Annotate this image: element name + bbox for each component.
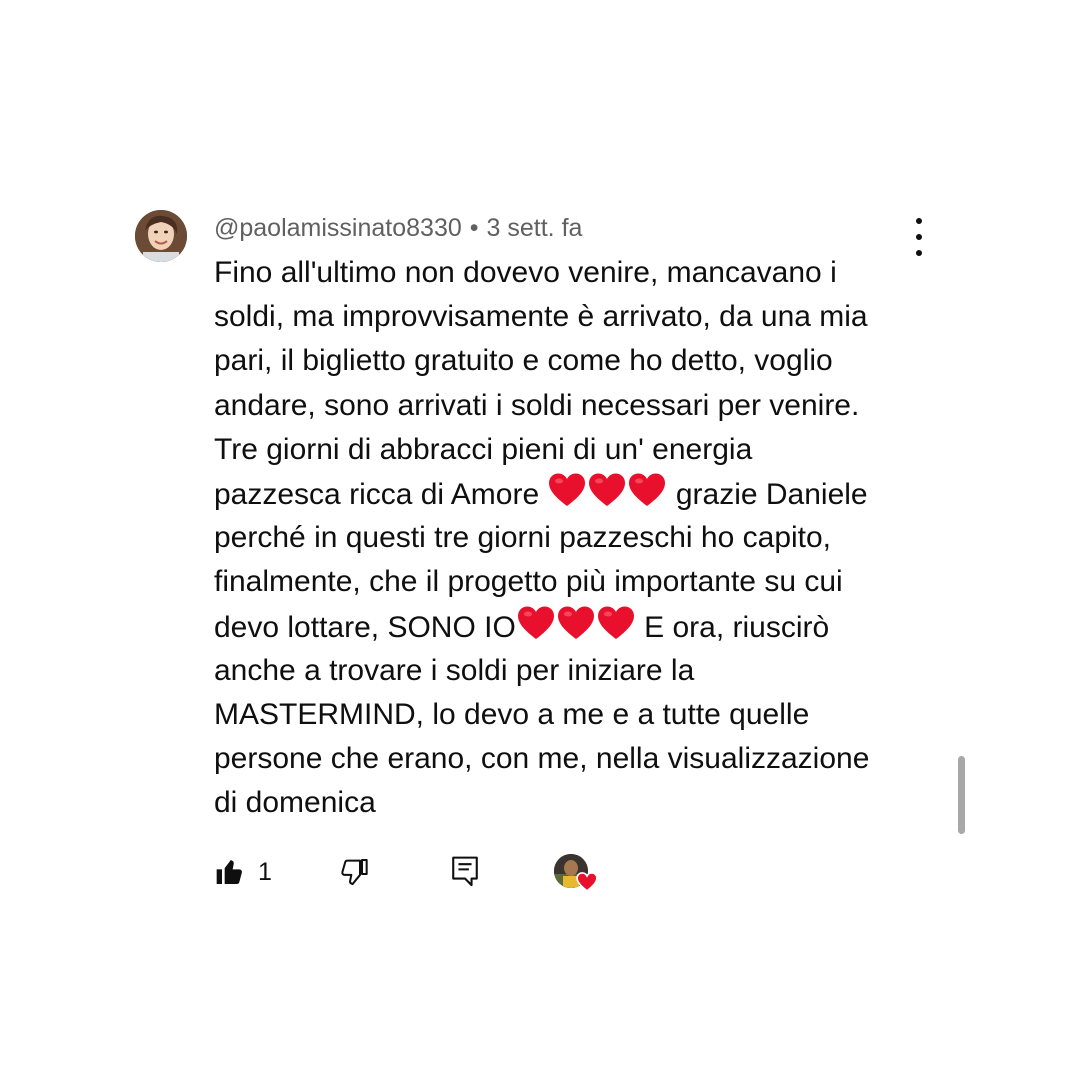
comment-line: Fino all'ultimo non dovevo venire, manca… (214, 256, 837, 289)
meta-separator: • (469, 214, 479, 242)
like-button[interactable]: 1 (214, 852, 272, 892)
comment-line: Tre giorni di abbracci pieni di un' ener… (214, 432, 753, 466)
comment-line-part: E ora, riuscirò (644, 610, 830, 644)
comment-line-part: devo lottare, SONO IO (214, 610, 516, 644)
comment-line-part: pazzesca ricca di Amore (214, 477, 540, 511)
comment-line: persone che erano, con me, nella visuali… (214, 742, 870, 776)
red-heart-icon (627, 472, 667, 508)
scrollbar-thumb[interactable] (958, 756, 965, 834)
like-count: 1 (258, 857, 272, 886)
comment-line-with-hearts: devo lottare, SONO IO E ora, riuscirò (214, 605, 934, 649)
red-heart-icon (516, 605, 556, 641)
comment-line: MASTERMIND, lo devo a me e a tutte quell… (214, 697, 810, 731)
thumb-down-outline-icon (338, 856, 370, 888)
red-heart-icon (587, 472, 627, 508)
red-heart-icon (596, 605, 636, 641)
comment-time[interactable]: 3 sett. fa (487, 214, 583, 242)
comment-line: finalmente, che il progetto più importan… (214, 565, 843, 599)
comment-line: perché in questi tre giorni pazzeschi ho… (214, 521, 832, 555)
reply-comment-icon (450, 855, 480, 889)
comment-line: andare, sono arrivati i soldi necessari … (214, 388, 860, 422)
comment-line: anche a trovare i soldi per iniziare la (214, 653, 695, 687)
red-heart-icon (556, 605, 596, 641)
comment-line: soldi, ma improvvisamente è arrivato, da… (214, 300, 868, 334)
red-heart-icon (547, 472, 587, 508)
comment-text: Fino all'ultimo non dovevo venire, manca… (214, 251, 934, 825)
reply-button[interactable] (450, 852, 480, 892)
author-avatar[interactable] (135, 210, 187, 262)
thumb-up-filled-icon (214, 856, 246, 888)
comment-line-with-hearts: pazzesca ricca di Amore grazie Daniele (214, 472, 934, 516)
comment-meta: @paolamissinato8330 • 3 sett. fa (214, 212, 582, 244)
red-heart-icon (576, 872, 598, 892)
comment-card: @paolamissinato8330 • 3 sett. fa Fino all'… (0, 0, 1080, 1080)
dislike-button[interactable] (338, 852, 370, 892)
comment-line: di domenica (214, 786, 376, 820)
comment-line: pari, il biglietto gratuito e come ho de… (214, 344, 833, 378)
author-handle[interactable]: @paolamissinato8330 (214, 214, 462, 242)
creator-heart-badge[interactable] (554, 854, 600, 894)
comment-line-part: grazie Daniele (675, 477, 868, 511)
